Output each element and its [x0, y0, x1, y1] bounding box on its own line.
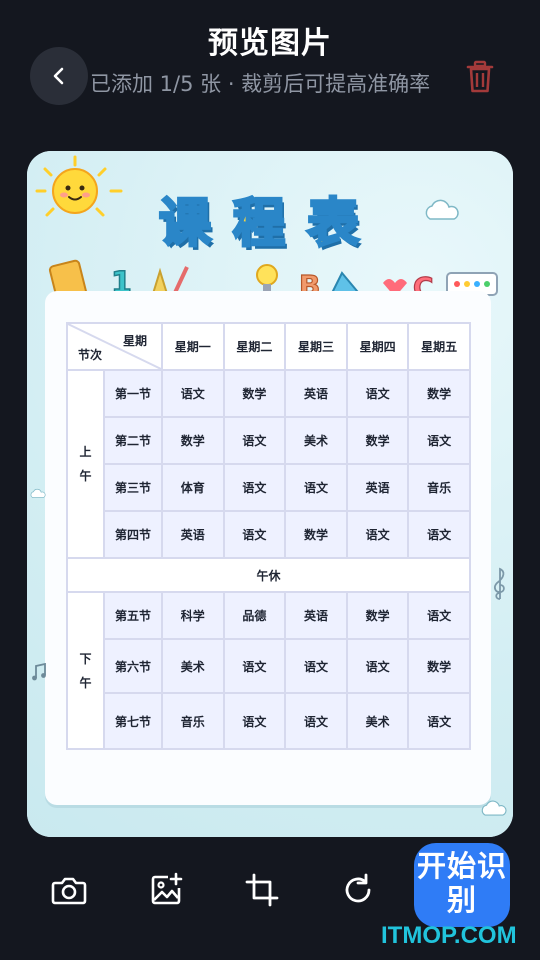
- subject-cell: 语文: [222, 692, 287, 750]
- subject-cell: 语文: [222, 638, 287, 694]
- period-label: 第四节: [103, 510, 163, 559]
- page-title: 预览图片: [208, 26, 332, 61]
- subject-cell: 语文: [345, 510, 410, 559]
- subject-cell: 体育: [161, 463, 225, 512]
- back-button[interactable]: [30, 47, 88, 105]
- subject-cell: 数学: [222, 369, 287, 418]
- period-label: 第三节: [103, 463, 163, 512]
- rotate-icon: [345, 873, 371, 903]
- subject-cell: 美术: [284, 416, 348, 465]
- subject-cell: 美术: [161, 638, 225, 694]
- chevron-left-icon: [53, 67, 64, 85]
- subject-cell: 语文: [284, 638, 348, 694]
- period-label: 第二节: [103, 416, 163, 465]
- subject-cell: 英语: [284, 369, 348, 418]
- day-header: 星期四: [345, 322, 410, 371]
- start-recognition-button[interactable]: 开始识别: [414, 843, 510, 927]
- subject-cell: 语文: [222, 416, 287, 465]
- crop-button[interactable]: [242, 870, 282, 910]
- subject-cell: 数学: [345, 416, 410, 465]
- trash-icon: [466, 60, 494, 93]
- subject-cell: 数学: [407, 638, 471, 694]
- table-corner-cell: 星期 节次: [66, 322, 163, 371]
- delete-button[interactable]: [464, 60, 496, 94]
- rotate-button[interactable]: [338, 870, 378, 910]
- period-label: 第五节: [103, 591, 163, 640]
- subject-cell: 英语: [284, 591, 348, 640]
- subject-cell: 语文: [407, 591, 471, 640]
- watermark: ITMOP.COM: [381, 922, 517, 949]
- add-image-button[interactable]: [146, 870, 186, 910]
- camera-icon: [51, 877, 87, 905]
- music-note-icon: [32, 663, 46, 681]
- subject-cell: 音乐: [407, 463, 471, 512]
- day-header: 星期一: [161, 322, 225, 371]
- subject-cell: 英语: [345, 463, 410, 512]
- subject-cell: 语文: [284, 463, 348, 512]
- subject-cell: 音乐: [161, 692, 225, 750]
- camera-button[interactable]: [49, 870, 89, 910]
- subject-cell: 语文: [345, 638, 410, 694]
- subject-cell: 数学: [407, 369, 471, 418]
- period-label: 第七节: [103, 692, 163, 750]
- subject-cell: 语文: [407, 510, 471, 559]
- subject-cell: 英语: [161, 510, 225, 559]
- subject-cell: 数学: [345, 591, 410, 640]
- subtitle-hint: 已添加 1/5 张 · 裁剪后可提高准确率: [90, 72, 431, 96]
- subject-cell: 语文: [222, 463, 287, 512]
- subject-cell: 语文: [161, 369, 225, 418]
- image-add-icon: [151, 872, 183, 905]
- noon-break-row: 午休: [66, 557, 471, 593]
- image-preview[interactable]: 课程表 1 B C 星期 节次 星期一 星期二 星期三 星期四 星期五 上午 第…: [27, 151, 513, 837]
- cloud-icon: [481, 800, 507, 816]
- corner-bottom-label: 节次: [78, 348, 103, 362]
- cloud-icon: [425, 199, 459, 220]
- period-label: 第六节: [103, 638, 163, 694]
- subject-cell: 美术: [345, 692, 410, 750]
- afternoon-label: 下午: [66, 591, 105, 750]
- subject-cell: 语文: [284, 692, 348, 750]
- day-header: 星期二: [222, 322, 287, 371]
- day-header: 星期三: [284, 322, 348, 371]
- corner-top-label: 星期: [122, 334, 147, 348]
- period-label: 第一节: [103, 369, 163, 418]
- cloud-icon: [30, 488, 46, 498]
- morning-label: 上午: [66, 369, 105, 559]
- crop-icon: [245, 873, 279, 907]
- subject-cell: 品德: [222, 591, 287, 640]
- subject-cell: 科学: [161, 591, 225, 640]
- subject-cell: 语文: [407, 416, 471, 465]
- subject-cell: 语文: [407, 692, 471, 750]
- subject-cell: 数学: [161, 416, 225, 465]
- subject-cell: 语文: [222, 510, 287, 559]
- subject-cell: 语文: [345, 369, 410, 418]
- schedule-table: 星期 节次 星期一 星期二 星期三 星期四 星期五 上午 第一节 语文 数学 英…: [66, 322, 471, 750]
- subject-cell: 数学: [284, 510, 348, 559]
- treble-clef-icon: [494, 567, 505, 600]
- day-header: 星期五: [407, 322, 471, 371]
